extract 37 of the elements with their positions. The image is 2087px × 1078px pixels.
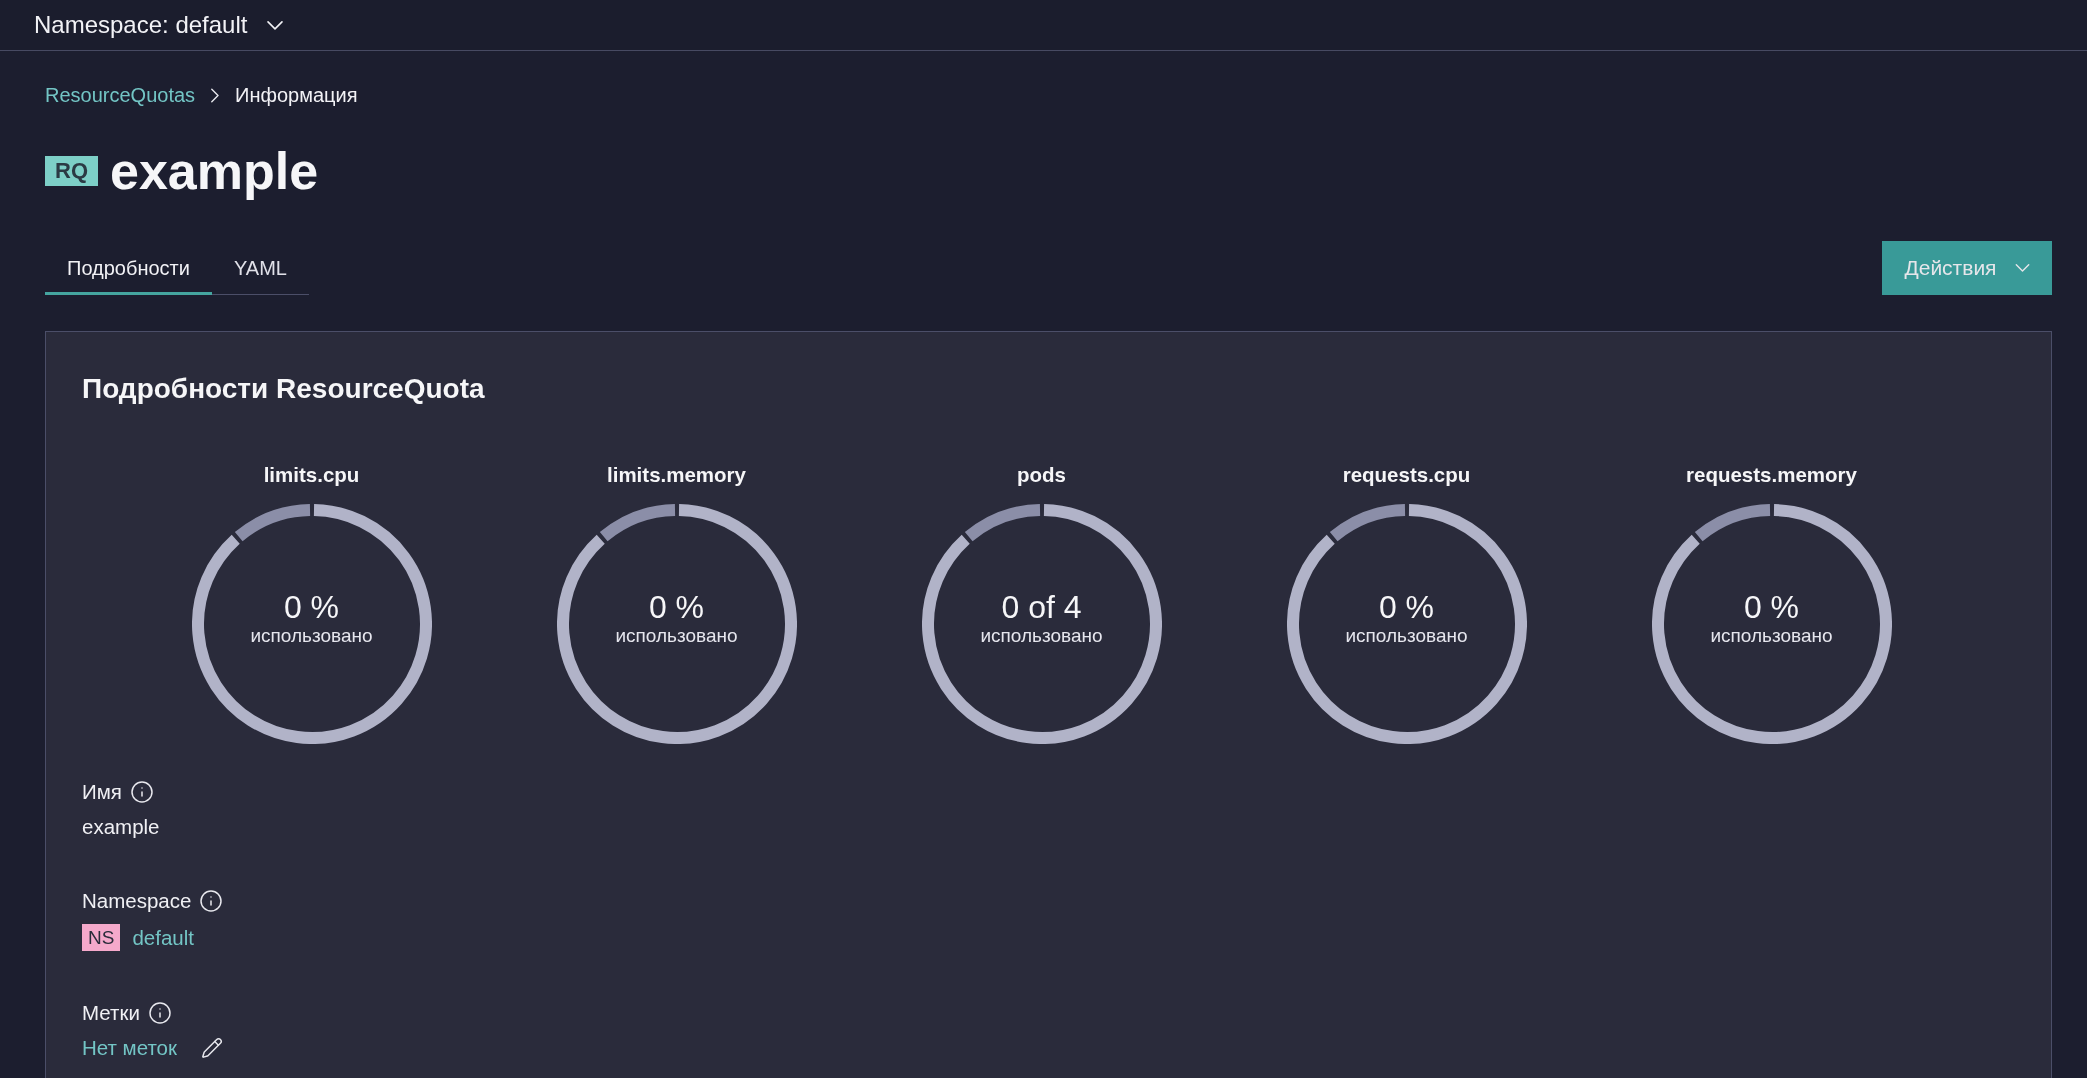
field-value: example	[82, 815, 160, 839]
usage-value: 0 %	[1378, 589, 1435, 625]
resource-badge: RQ	[45, 156, 98, 186]
namespace-link[interactable]: default	[132, 925, 194, 950]
usage-value: 0 %	[648, 589, 705, 625]
panel-heading: Подробности ResourceQuota	[82, 372, 486, 406]
info-icon[interactable]	[129, 780, 154, 804]
chevron-down-icon	[267, 20, 284, 30]
usage-value: 0 %	[283, 589, 340, 625]
info-icon[interactable]	[199, 889, 224, 913]
quota-name: requests.memory	[1686, 462, 1857, 488]
field-label: Имя	[82, 780, 122, 804]
quota-name: limits.memory	[607, 462, 746, 488]
field-label: Метки	[82, 1001, 140, 1025]
usage-value: 0 %	[1743, 589, 1800, 625]
usage-caption: использовано	[980, 625, 1103, 647]
breadcrumb-link[interactable]: ResourceQuotas	[45, 83, 196, 107]
usage-caption: использовано	[1710, 625, 1833, 647]
labels-value: Нет меток	[82, 1036, 177, 1060]
breadcrumb-current: Информация	[235, 83, 358, 107]
tab[interactable]: YAML	[211, 243, 309, 295]
usage-caption: использовано	[615, 625, 738, 647]
chevron-right-icon	[211, 87, 220, 103]
namespace-selector[interactable]: Namespace: default	[34, 7, 284, 43]
edit-icon[interactable]	[200, 1037, 223, 1059]
quota-name: requests.cpu	[1342, 462, 1471, 488]
namespace-badge: NS	[82, 924, 121, 951]
quota-name: pods	[1017, 462, 1066, 488]
chevron-down-icon	[2014, 264, 2030, 272]
quota-name: limits.cpu	[263, 462, 360, 488]
usage-caption: использовано	[1345, 625, 1468, 647]
info-icon[interactable]	[147, 1001, 172, 1025]
usage-caption: использовано	[250, 625, 373, 647]
tab[interactable]: Подробности	[45, 243, 212, 295]
usage-value: 0 of 4	[1001, 589, 1082, 625]
field-label: Namespace	[82, 889, 192, 913]
page-title: example	[110, 141, 319, 201]
